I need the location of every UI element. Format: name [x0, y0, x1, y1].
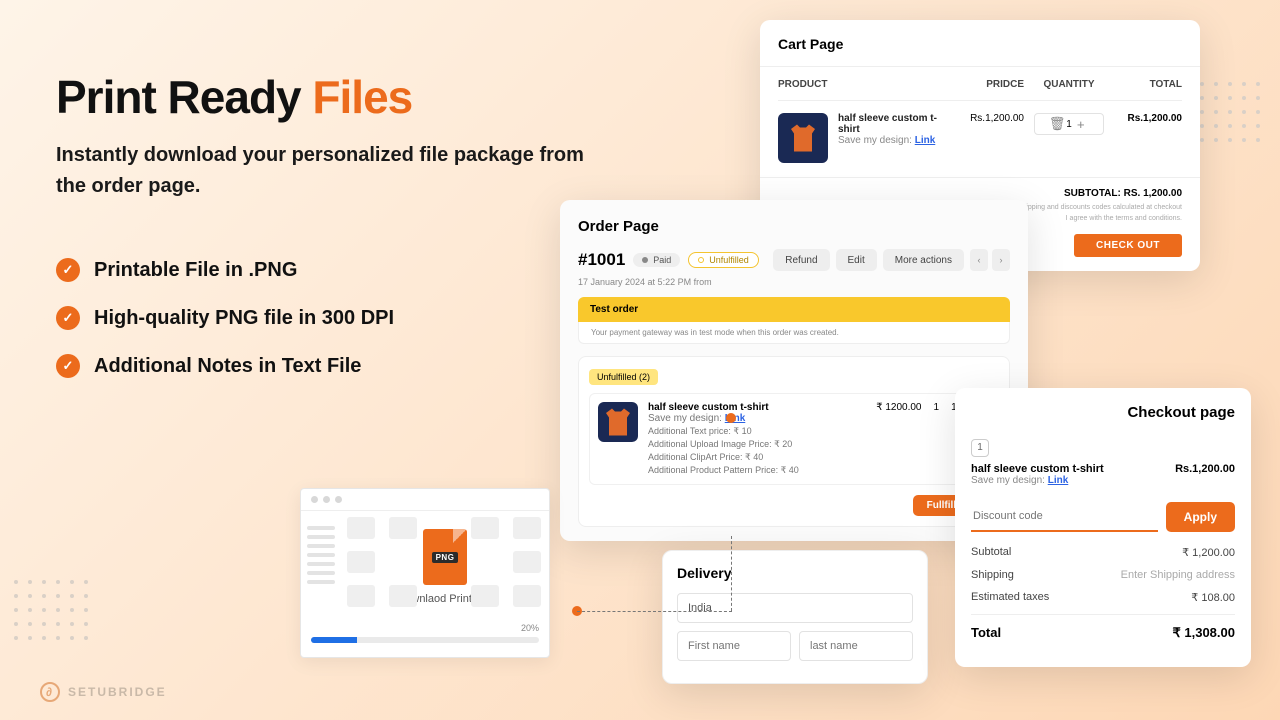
brand-logon-icon: ∂	[40, 682, 60, 702]
item-price: Rs.1,200.00	[964, 113, 1024, 124]
progress-bar	[311, 637, 539, 643]
subtotal-label: SUBTOTAL:	[1064, 188, 1124, 199]
checkout-title: Checkout page	[971, 404, 1235, 421]
addon-line: Additional ClipArt Price: ₹ 40	[648, 452, 854, 463]
line-qty: 1	[971, 439, 989, 457]
feature-bullets: ✓ Printable File in .PNG ✓ High-quality PN…	[56, 258, 394, 402]
check-icon: ✓	[56, 354, 80, 378]
checkout-button[interactable]: CHECK OUT	[1074, 234, 1182, 257]
lastname-input[interactable]	[799, 631, 913, 661]
png-file-icon: PNG	[423, 529, 467, 585]
check-icon: ✓	[56, 258, 80, 282]
discount-input[interactable]	[971, 502, 1158, 532]
refund-button[interactable]: Refund	[773, 249, 829, 271]
design-link[interactable]: Link	[915, 135, 936, 146]
unfulfilled-pill: Unfulfilled	[688, 252, 759, 268]
edit-button[interactable]: Edit	[836, 249, 877, 271]
col-total: TOTAL	[1114, 79, 1182, 90]
design-link[interactable]: Link	[1048, 475, 1069, 486]
col-product: PRODUCT	[778, 79, 954, 90]
order-line-item: half sleeve custom t-shirt Save my desig…	[589, 393, 999, 485]
order-date: 17 January 2024 at 5:22 PM from	[578, 277, 1010, 287]
download-widget: PNG Downlaod Print File 20%	[300, 488, 550, 658]
item-total: Rs.1,200.00	[1114, 113, 1182, 124]
plus-icon[interactable]: +	[1072, 117, 1090, 132]
subtitle: Instantly download your personalized fil…	[56, 140, 596, 202]
bullet-text: High-quality PNG file in 300 DPI	[94, 307, 394, 330]
more-actions-button[interactable]: More actions	[883, 249, 964, 271]
cart-title: Cart Page	[778, 36, 1182, 52]
test-banner: Test order	[578, 297, 1010, 322]
brand: ∂ SETUBRIDGE	[40, 682, 167, 702]
addon-line: Additional Product Pattern Price: ₹ 40	[648, 465, 854, 476]
progress-pct: 20%	[301, 621, 549, 633]
subtotal-value: RS. 1,200.00	[1124, 188, 1182, 199]
item-price: Rs.1,200.00	[1175, 463, 1235, 475]
order-title: Order Page	[578, 218, 1010, 235]
country-input[interactable]	[677, 593, 913, 623]
apply-button[interactable]: Apply	[1166, 502, 1235, 532]
headline: Print Ready Files	[56, 70, 412, 124]
bullet-text: Additional Notes in Text File	[94, 355, 361, 378]
product-thumb	[778, 113, 828, 163]
item-name: half sleeve custom t-shirt	[838, 113, 954, 135]
item-name: half sleeve custom t-shirt	[648, 402, 854, 413]
delivery-title: Delivery	[677, 565, 913, 581]
window-chrome	[301, 489, 549, 511]
unfulfilled-badge: Unfulfilled (2)	[589, 369, 658, 385]
product-thumb	[598, 402, 638, 442]
download-label: Downlaod Print File	[351, 593, 539, 605]
prev-icon[interactable]: ‹	[970, 249, 988, 271]
qty-stepper[interactable]: 🗑 1 +	[1034, 113, 1104, 135]
cart-item-row: half sleeve custom t-shirt Save my desig…	[778, 100, 1182, 163]
col-price: PRIDCE	[964, 79, 1024, 90]
delivery-card: Delivery	[662, 550, 928, 684]
order-id: #1001	[578, 250, 625, 270]
trash-icon[interactable]: 🗑	[1048, 116, 1066, 132]
bullet-text: Printable File in .PNG	[94, 259, 297, 282]
paid-pill: Paid	[633, 253, 680, 267]
checkout-card: Checkout page 1 half sleeve custom t-shi…	[955, 388, 1251, 667]
test-banner-note: Your payment gateway was in test mode wh…	[578, 322, 1010, 344]
addon-line: Additional Text price: ₹ 10	[648, 426, 854, 437]
item-name: half sleeve custom t-shirt	[971, 463, 1104, 475]
save-label: Save my design:	[838, 135, 915, 146]
check-icon: ✓	[56, 306, 80, 330]
addon-line: Additional Upload Image Price: ₹ 20	[648, 439, 854, 450]
next-icon[interactable]: ›	[992, 249, 1010, 271]
col-qty: QUANTITY	[1034, 79, 1104, 90]
firstname-input[interactable]	[677, 631, 791, 661]
